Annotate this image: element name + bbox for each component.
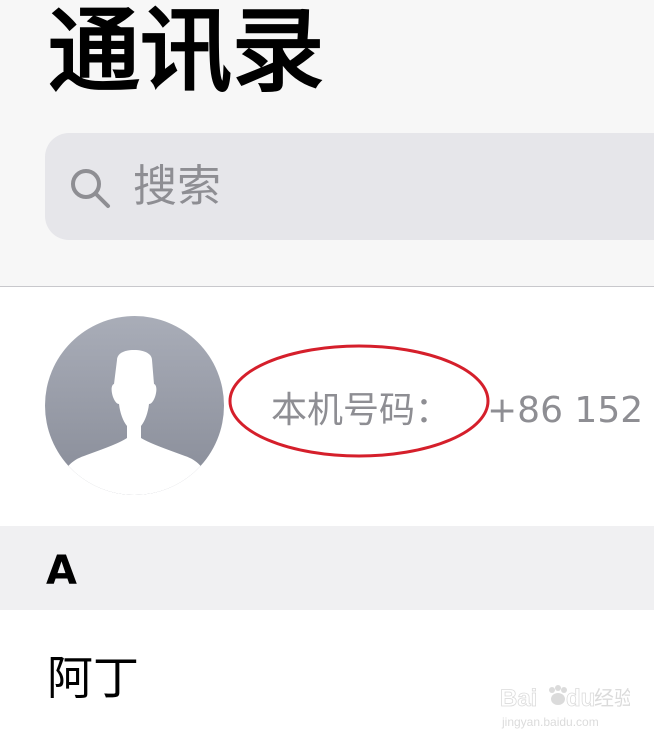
contact-name[interactable]: 阿丁 (47, 648, 139, 708)
annotation-ellipse (228, 344, 490, 458)
page-title: 通讯录 (48, 0, 325, 105)
svg-text:jingyan.baidu.com: jingyan.baidu.com (501, 715, 599, 729)
svg-text:Bai: Bai (500, 685, 537, 712)
phone-number: +86 152 2 (487, 390, 654, 431)
person-silhouette-icon (45, 316, 224, 495)
baidu-jingyan-watermark: Bai du 经验 jingyan.baidu.com (500, 685, 630, 729)
avatar[interactable] (45, 316, 224, 495)
search-icon (71, 169, 110, 208)
svg-text:经验: 经验 (594, 687, 630, 710)
svg-text:du: du (566, 685, 595, 712)
search-placeholder[interactable]: 搜索 (133, 157, 221, 217)
section-letter: A (46, 548, 77, 594)
section-header (0, 526, 654, 610)
